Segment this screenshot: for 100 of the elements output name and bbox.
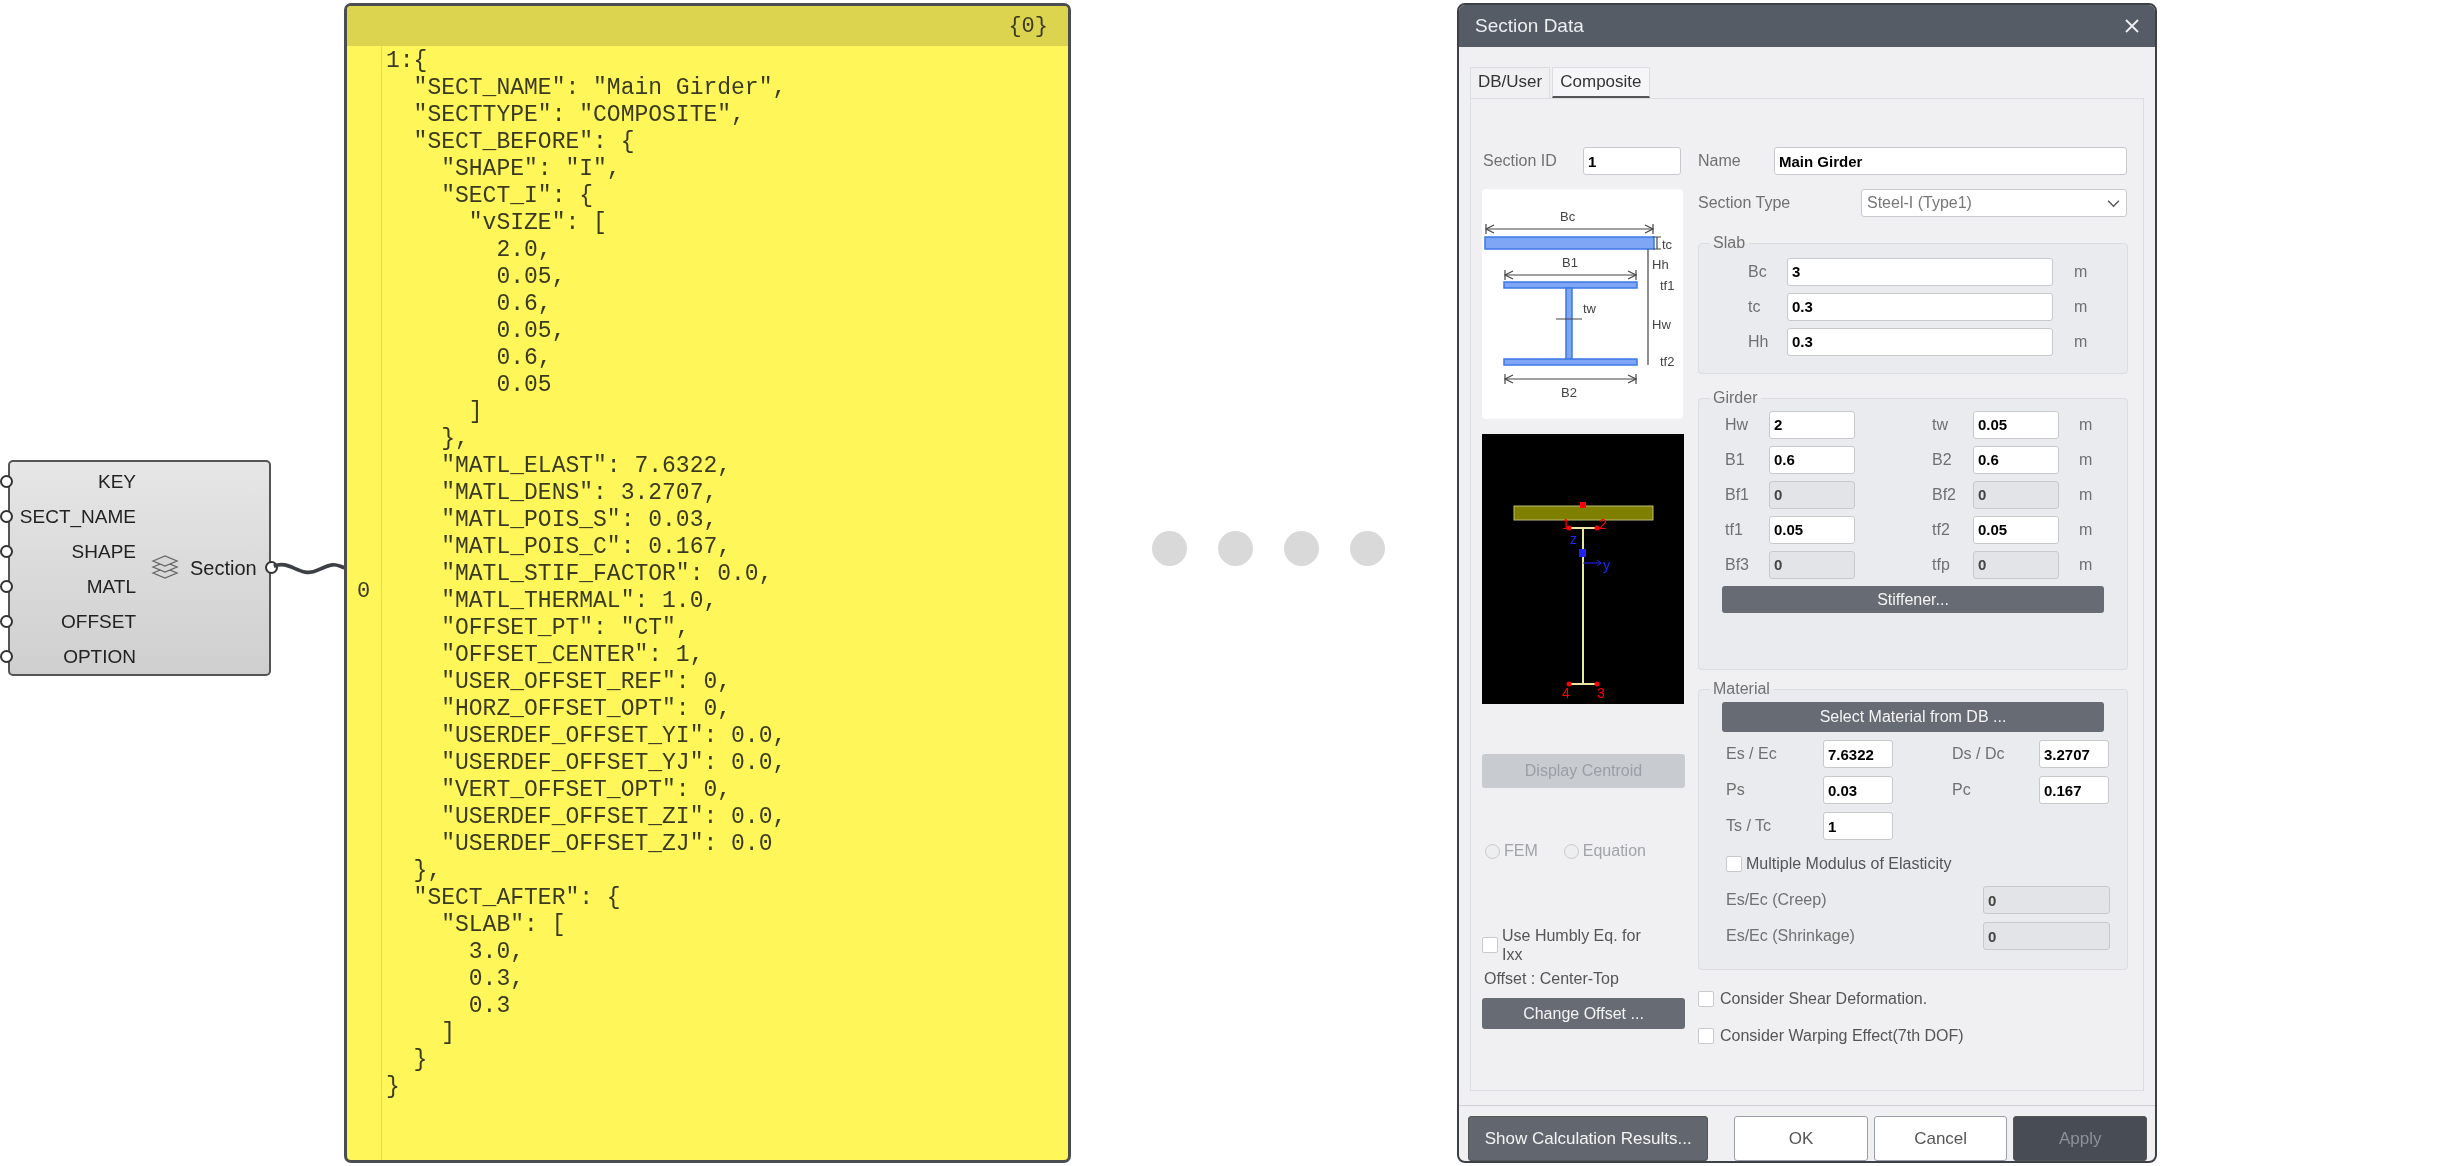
checkbox[interactable] bbox=[1698, 990, 1714, 1007]
input-field[interactable]: 0 bbox=[1983, 922, 2110, 950]
input-field[interactable]: 7.6322 bbox=[1823, 740, 1893, 768]
input-label: OPTION bbox=[63, 645, 136, 668]
code-line: }, bbox=[440, 426, 470, 453]
code-line: "MATL_POIS_S": 0.03, bbox=[440, 507, 719, 534]
input-label: SECT_NAME bbox=[19, 505, 136, 528]
field-label: Name bbox=[1698, 152, 1742, 170]
code-line: 0.05, bbox=[495, 264, 567, 291]
code-line: }, bbox=[412, 858, 443, 885]
field-label: tfp bbox=[1932, 555, 1951, 574]
field-label: tf2 bbox=[1932, 520, 1951, 539]
input-field[interactable]: 0.05 bbox=[1973, 515, 2059, 544]
close-icon[interactable] bbox=[2124, 18, 2140, 34]
input-label: SHAPE bbox=[71, 540, 136, 563]
code-line: "HORZ_OFFSET_OPT": 0, bbox=[440, 696, 733, 723]
code-line: 1:{ bbox=[386, 48, 429, 75]
window-title: Section Data bbox=[1475, 15, 1584, 37]
input-label: OFFSET bbox=[61, 610, 136, 633]
change-offset-button[interactable]: Change Offset ... bbox=[1482, 998, 1685, 1029]
field-label: Ps bbox=[1726, 781, 1746, 799]
input-label: MATL bbox=[86, 575, 136, 598]
code-line: "vSIZE": [ bbox=[467, 210, 608, 237]
checkbox-label: Consider Shear Deformation. bbox=[1720, 989, 1928, 1008]
input-field[interactable]: 3.2707 bbox=[2039, 740, 2109, 768]
checkbox[interactable] bbox=[1698, 1027, 1714, 1044]
code-line: "SLAB": [ bbox=[440, 912, 567, 939]
dot bbox=[1284, 531, 1319, 566]
dot bbox=[1152, 531, 1187, 566]
field-label: tc bbox=[1748, 297, 1762, 316]
input-field[interactable]: 0 bbox=[1983, 886, 2110, 914]
code-line: 0.05, bbox=[495, 318, 567, 345]
tab[interactable]: Composite bbox=[1552, 67, 1650, 98]
code-line: "MATL_POIS_C": 0.167, bbox=[440, 534, 733, 561]
code-line: } bbox=[412, 1047, 429, 1074]
code-line: ] bbox=[440, 1020, 456, 1047]
code-line: "MATL_THERMAL": 1.0, bbox=[440, 588, 719, 615]
checkbox-label: Consider Warping Effect(7th DOF) bbox=[1720, 1026, 1964, 1045]
dialog-button[interactable]: Show Calculation Results... bbox=[1468, 1116, 1709, 1161]
input-field[interactable]: 0.05 bbox=[1973, 410, 2059, 439]
input-field[interactable]: 1 bbox=[1583, 147, 1681, 175]
field-label: Bc bbox=[1748, 262, 1768, 281]
input-field[interactable]: 0.05 bbox=[1769, 515, 1855, 544]
field-label: Es/Ec (Creep) bbox=[1726, 891, 1828, 909]
path-label: {0} bbox=[1008, 13, 1048, 39]
field-label: tf1 bbox=[1725, 520, 1744, 539]
field-label: Es/Ec (Shrinkage) bbox=[1726, 927, 1856, 945]
code-line: "SECT_I": { bbox=[440, 183, 595, 210]
input-field[interactable]: 0.3 bbox=[1787, 327, 2053, 356]
unit-label: m bbox=[2074, 262, 2088, 281]
unit-label: m bbox=[2079, 485, 2093, 504]
field-label: Section ID bbox=[1482, 152, 1558, 170]
stiffener-button[interactable]: Stiffener... bbox=[1722, 586, 2104, 613]
dot bbox=[1218, 531, 1253, 566]
input-field[interactable]: 1 bbox=[1823, 812, 1893, 840]
field-label: Section Type bbox=[1698, 194, 1792, 212]
field-label: Ds / Dc bbox=[1952, 745, 2006, 763]
select-material-button[interactable]: Select Material from DB ... bbox=[1722, 702, 2104, 732]
section-type-dropdown[interactable]: Steel-I (Type1) bbox=[1861, 189, 2127, 217]
field-label: B1 bbox=[1725, 450, 1746, 469]
code-line: "SECTTYPE": "COMPOSITE", bbox=[412, 102, 746, 129]
code-line: } bbox=[386, 1074, 401, 1101]
input-field[interactable]: 2 bbox=[1769, 410, 1855, 439]
unit-label: m bbox=[2079, 415, 2093, 434]
code-line: "SECT_NAME": "Main Girder", bbox=[412, 75, 787, 102]
component-label: Section bbox=[190, 556, 257, 580]
input-field[interactable]: 0.3 bbox=[1787, 292, 2053, 321]
input-field[interactable]: 0.6 bbox=[1973, 445, 2059, 474]
code-line: 0.05 bbox=[495, 372, 553, 399]
checkbox-label: Use Humbly Eq. for Ixx bbox=[1502, 926, 1642, 964]
dialog-button[interactable]: Cancel bbox=[1873, 1116, 2008, 1161]
dot bbox=[1350, 531, 1385, 566]
code-line: "MATL_ELAST": 7.6322, bbox=[440, 453, 733, 480]
checkbox[interactable] bbox=[1726, 856, 1742, 872]
unit-label: m bbox=[2074, 297, 2088, 316]
tab[interactable]: DB/User bbox=[1470, 67, 1551, 98]
code-line: "VERT_OFFSET_OPT": 0, bbox=[440, 777, 733, 804]
checkbox-label: Multiple Modulus of Elasticity bbox=[1746, 855, 1952, 873]
input-field[interactable]: 0.6 bbox=[1769, 445, 1855, 474]
code-line: 0.6, bbox=[495, 291, 553, 318]
unit-label: m bbox=[2079, 555, 2093, 574]
code-line: 0.6, bbox=[495, 345, 553, 372]
code-line: "OFFSET_PT": "CT", bbox=[440, 615, 691, 642]
code-line: 0.3, bbox=[467, 966, 526, 993]
field-label: Bf1 bbox=[1725, 485, 1750, 504]
input-field[interactable]: 0.167 bbox=[2039, 776, 2109, 804]
code-line: "USERDEF_OFFSET_YI": 0.0, bbox=[440, 723, 787, 750]
input-field[interactable]: 3 bbox=[1787, 257, 2053, 286]
checkbox[interactable] bbox=[1482, 937, 1498, 953]
code-line: 0.3 bbox=[467, 993, 512, 1020]
field-label: Es / Ec bbox=[1726, 745, 1778, 763]
code-line: "OFFSET_CENTER": 1, bbox=[440, 642, 705, 669]
field-label: Bf3 bbox=[1725, 555, 1750, 574]
dialog-button[interactable]: OK bbox=[1734, 1116, 1868, 1161]
code-line: "USERDEF_OFFSET_YJ": 0.0, bbox=[440, 750, 787, 777]
code-line: "SHAPE": "I", bbox=[440, 156, 622, 183]
input-field[interactable]: 0.03 bbox=[1823, 776, 1893, 804]
component-node[interactable] bbox=[8, 460, 271, 676]
input-field[interactable]: Main Girder bbox=[1774, 147, 2127, 175]
offset-label: Offset : Center-Top bbox=[1483, 970, 1620, 988]
